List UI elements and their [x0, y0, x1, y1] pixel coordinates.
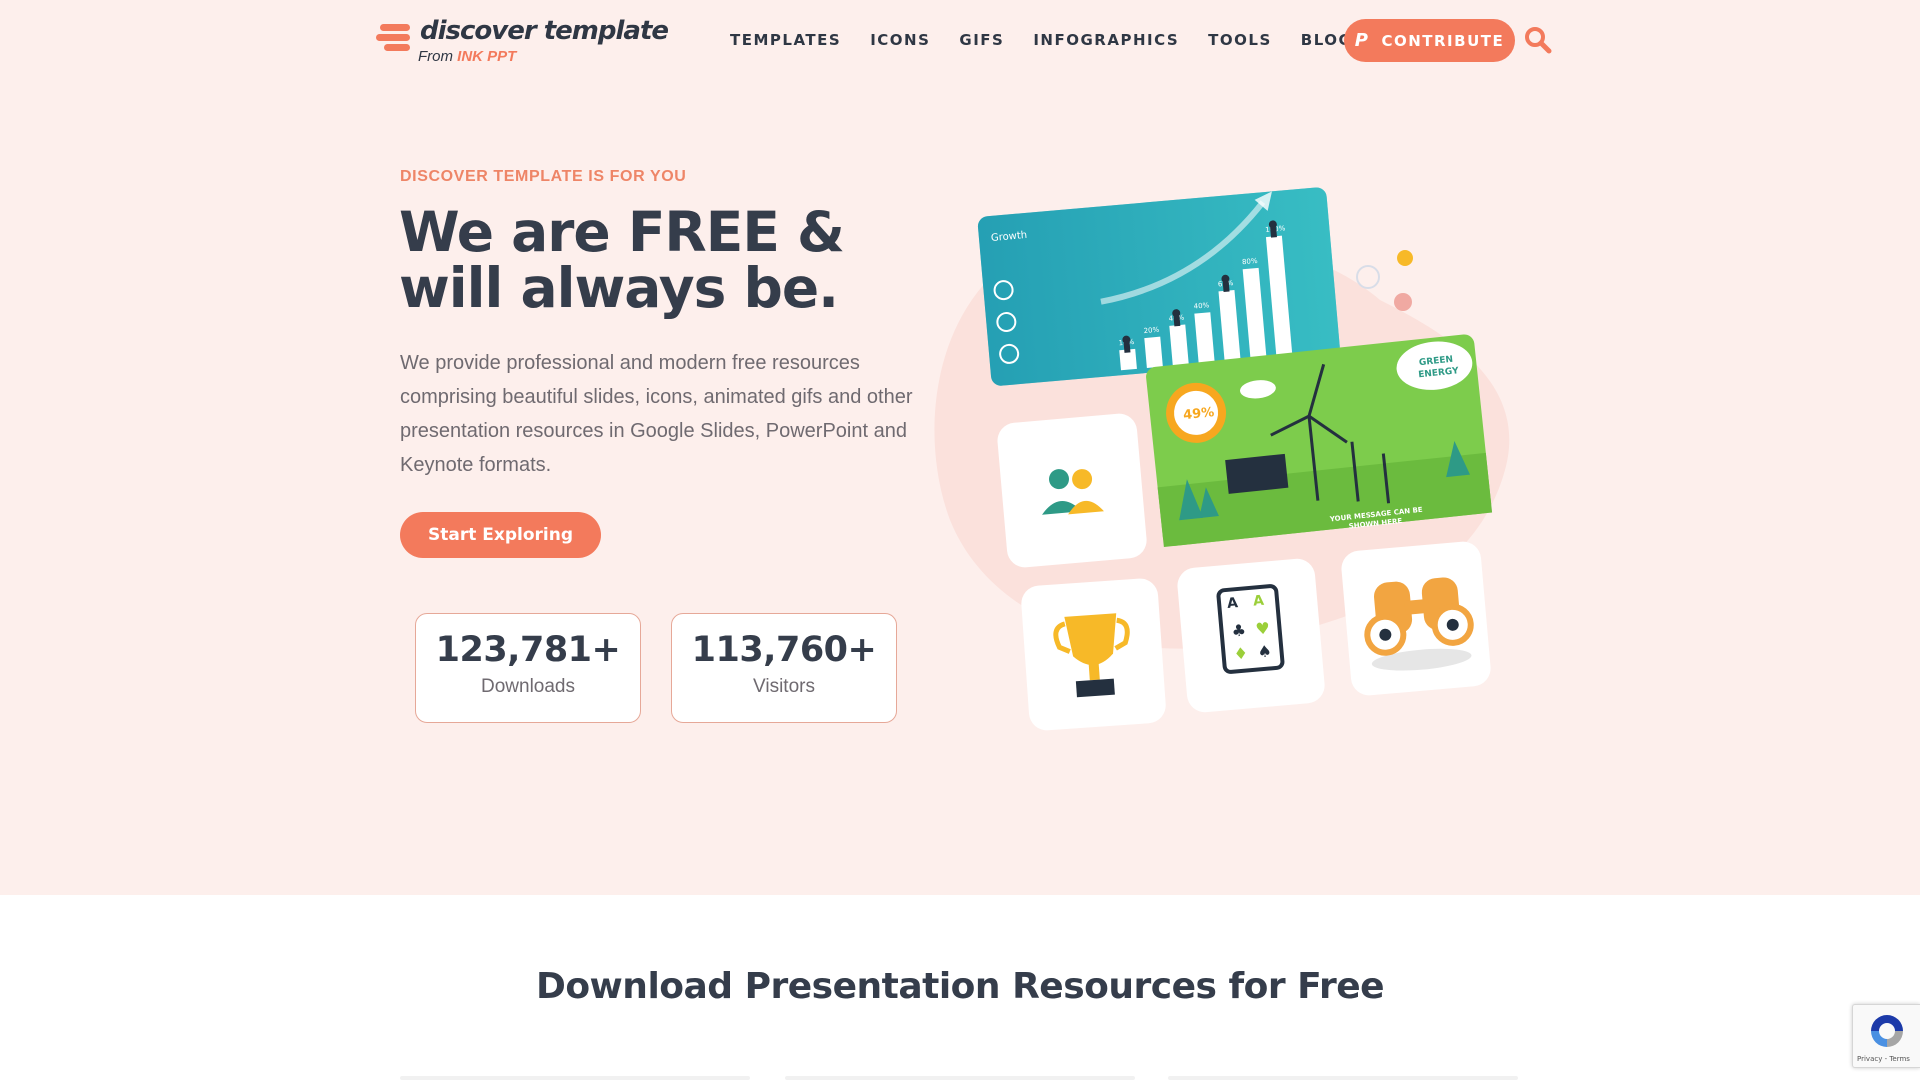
- svg-text:♥: ♥: [1255, 618, 1271, 638]
- energy-slide: 49% GREEN ENERGY YOUR MESSAGE CAN BE SHO…: [1146, 334, 1493, 547]
- nav-tools[interactable]: TOOLS: [1208, 31, 1272, 49]
- svg-text:20%: 20%: [1143, 326, 1160, 335]
- section-title: Download Presentation Resources for Free: [535, 966, 1385, 1007]
- svg-text:♣: ♣: [1231, 620, 1247, 640]
- stat-card-downloads: 123,781+ Downloads: [415, 613, 641, 723]
- svg-text:A: A: [1252, 593, 1264, 610]
- search-icon[interactable]: [1524, 26, 1552, 54]
- hero-illustration: Growth 10% 20% 40% 40% 65% 80% 100%: [930, 165, 1520, 745]
- dot-pink: [1394, 293, 1412, 311]
- stat-card-visitors: 113,760+ Visitors: [671, 613, 897, 723]
- start-exploring-button[interactable]: Start Exploring: [400, 512, 601, 558]
- playing-card-icon: A A ♣ ♥ ♦ ♠: [1177, 558, 1325, 713]
- hero-eyebrow: DISCOVER TEMPLATE IS FOR YOU: [400, 168, 687, 185]
- svg-text:40%: 40%: [1193, 301, 1210, 310]
- hero-title: We are FREE & will always be.: [399, 200, 845, 320]
- resource-card-top-edge: [1168, 1076, 1518, 1080]
- nav-icons[interactable]: ICONS: [870, 31, 930, 49]
- svg-text:80%: 80%: [1242, 257, 1259, 266]
- site-logo[interactable]: discover template From INK PPT: [376, 14, 669, 70]
- trophy-icon: [1021, 578, 1166, 731]
- svg-text:♠: ♠: [1257, 641, 1273, 661]
- logo-brand: INK PPT: [457, 48, 517, 65]
- nav-infographics[interactable]: INFOGRAPHICS: [1033, 31, 1179, 49]
- hero-description: We provide professional and modern free …: [400, 352, 913, 476]
- stat-value: 123,781+: [435, 630, 621, 670]
- dot-yellow: [1397, 250, 1413, 266]
- binoculars-icon: [1341, 541, 1491, 696]
- stat-label: Downloads: [481, 676, 575, 697]
- recaptcha-badge[interactable]: Privacy - Terms: [1852, 1004, 1920, 1068]
- stat-label: Visitors: [753, 676, 815, 697]
- logo-title: discover template: [420, 16, 669, 46]
- logo-subtitle: From INK PPT: [418, 48, 516, 65]
- svg-text:A: A: [1227, 595, 1239, 612]
- logo-from: From: [418, 48, 453, 65]
- recaptcha-icon: [1871, 1015, 1903, 1047]
- recaptcha-links[interactable]: Privacy - Terms: [1857, 1055, 1910, 1063]
- contribute-button[interactable]: P CONTRIBUTE: [1344, 19, 1515, 62]
- svg-text:♦: ♦: [1233, 643, 1249, 663]
- dot-outline: [1356, 265, 1380, 289]
- nav-gifs[interactable]: GIFS: [959, 31, 1004, 49]
- resource-card-top-edge: [785, 1076, 1135, 1080]
- resource-card-top-edge: [400, 1076, 750, 1080]
- contribute-label: CONTRIBUTE: [1381, 31, 1505, 50]
- main-nav: TEMPLATES ICONS GIFS INFOGRAPHICS TOOLS …: [730, 19, 1394, 61]
- people-icon: [997, 413, 1147, 568]
- logo-mark-icon: [376, 20, 416, 56]
- nav-templates[interactable]: TEMPLATES: [730, 31, 841, 49]
- solar-panel: [1225, 453, 1289, 494]
- stat-value: 113,760+: [691, 630, 877, 670]
- paypal-icon: P: [1354, 30, 1370, 51]
